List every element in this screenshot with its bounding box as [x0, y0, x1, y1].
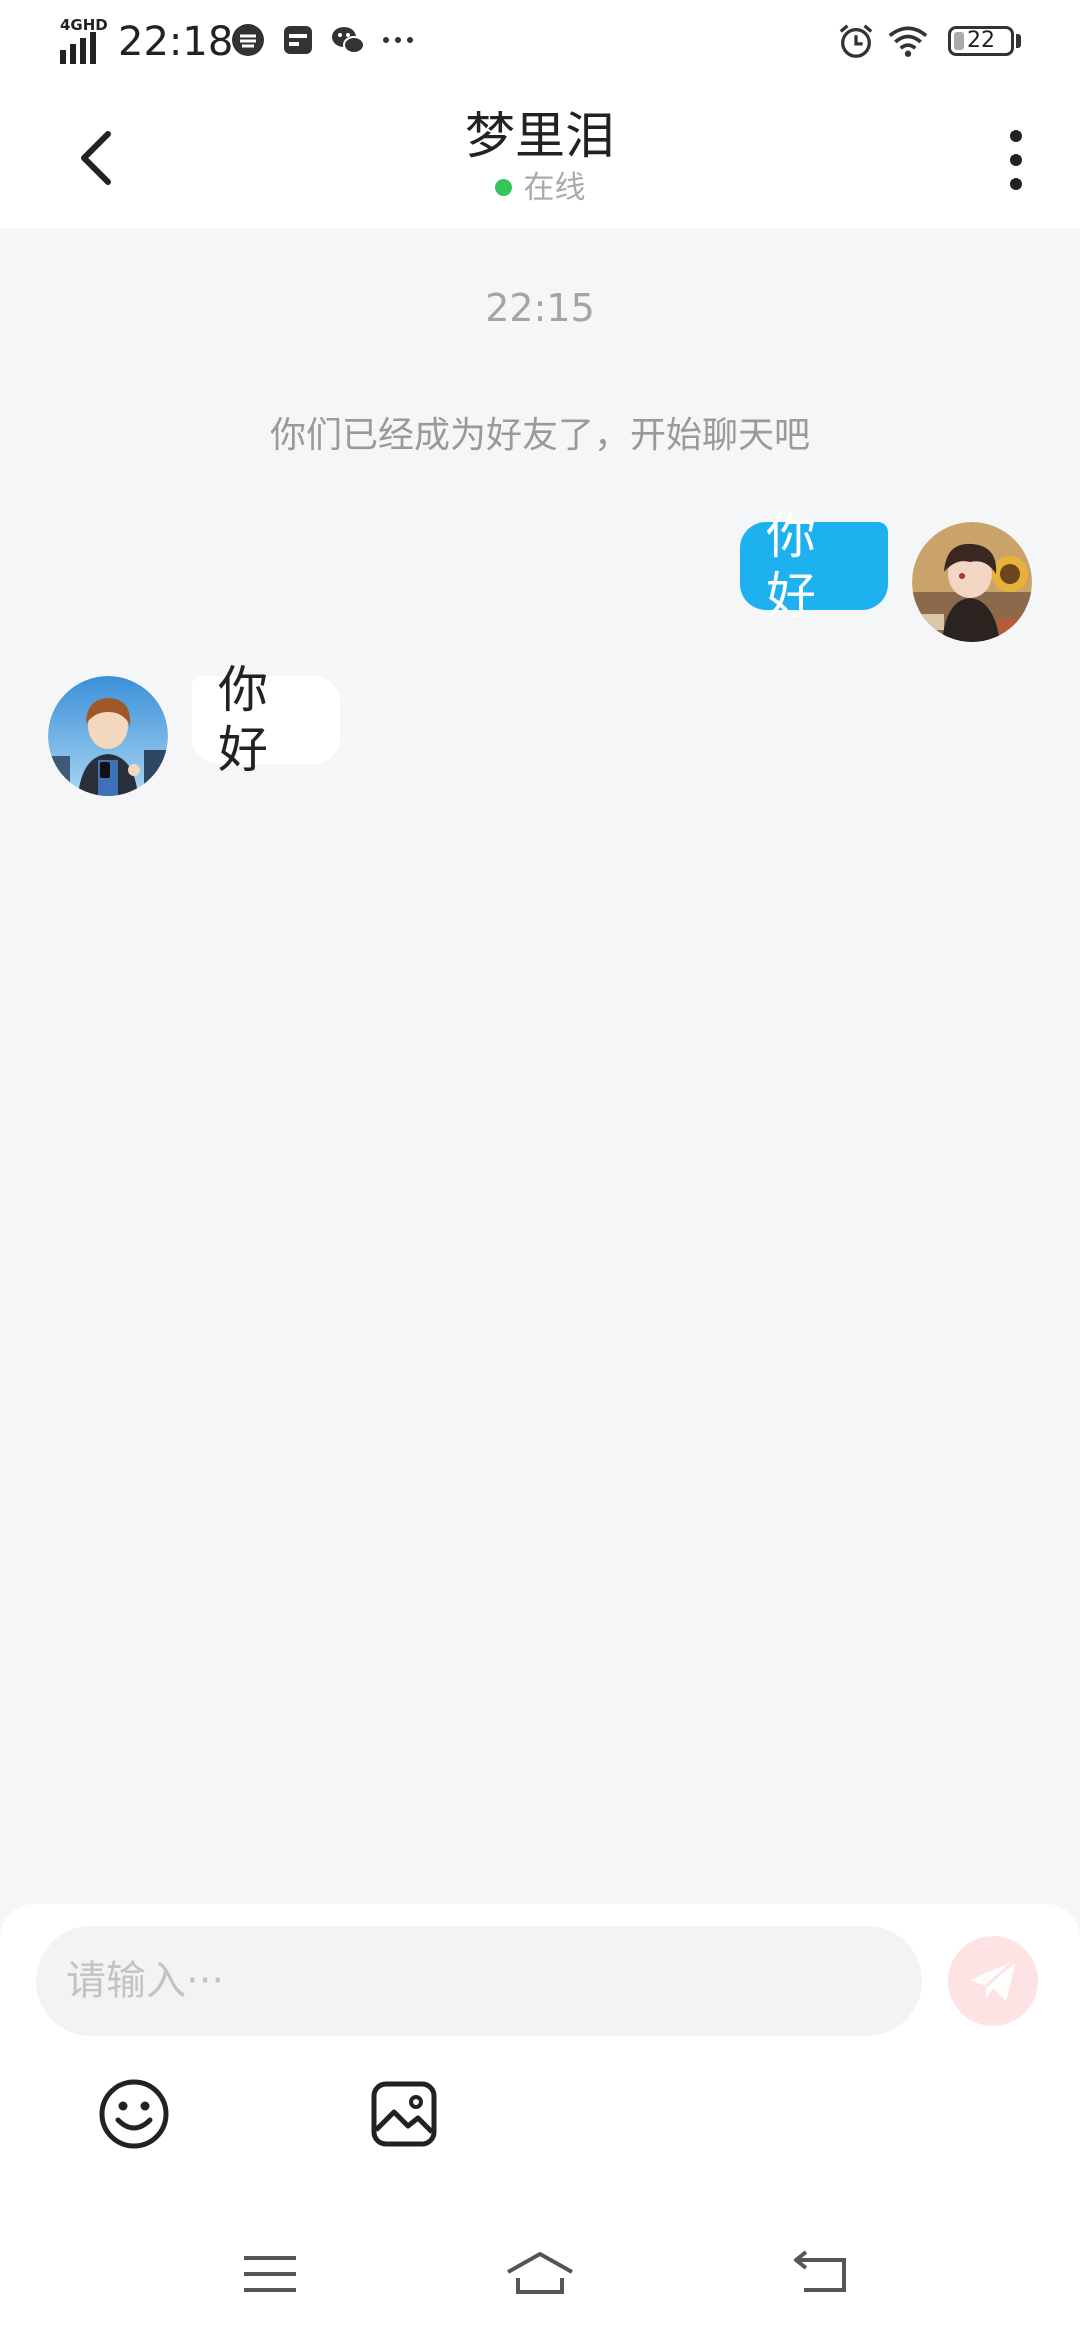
back-nav-icon[interactable] [784, 2244, 864, 2304]
online-status: 在线 [0, 168, 1080, 208]
image-icon[interactable] [364, 2074, 444, 2154]
wifi-icon [888, 26, 928, 57]
sim-card-icon [284, 26, 312, 54]
chat-header: 梦里泪 在线 [0, 84, 1080, 228]
clock: 22:18 [118, 19, 234, 65]
battery-percent: 22 [967, 28, 995, 53]
paper-plane-icon [970, 1958, 1017, 2002]
composer-panel [0, 1904, 1080, 2340]
signal-icon [60, 32, 96, 64]
contact-name: 梦里泪 [465, 107, 615, 165]
message-timestamp: 22:15 [485, 286, 595, 330]
status-bar: 4GHD 22:18 22 [0, 0, 1080, 84]
system-message: 你们已经成为好友了，开始聊天吧 [269, 415, 810, 456]
wechat-icon [332, 27, 365, 54]
more-notifications-icon [383, 37, 413, 43]
battery-tip [1016, 34, 1021, 48]
more-options-icon[interactable] [996, 120, 1036, 200]
my-avatar[interactable] [912, 522, 1032, 642]
menu-icon[interactable] [230, 2244, 310, 2304]
message-list[interactable]: 22:15 你们已经成为好友了，开始聊天吧 你好 你好 [0, 228, 1080, 1904]
alarm-icon [839, 24, 873, 58]
online-dot [494, 179, 512, 196]
send-button[interactable] [948, 1936, 1038, 2026]
message-bubble-incoming[interactable]: 你好 [192, 661, 340, 779]
message-input[interactable] [36, 1926, 922, 2036]
message-bubble-outgoing[interactable]: 你好 [740, 507, 888, 625]
home-icon[interactable] [500, 2244, 580, 2304]
contact-avatar[interactable] [48, 676, 168, 796]
online-status-label: 在线 [523, 170, 586, 206]
qq-music-icon [232, 24, 264, 56]
emoji-icon[interactable] [94, 2074, 174, 2154]
